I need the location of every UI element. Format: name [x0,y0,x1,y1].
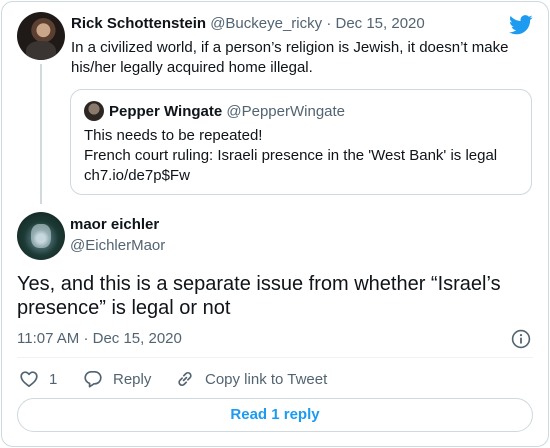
like-button[interactable]: 1 [19,368,57,390]
copy-link-label: Copy link to Tweet [205,370,328,388]
copy-link-button[interactable]: Copy link to Tweet [175,368,327,390]
tweet-date[interactable]: Dec 15, 2020 [93,330,182,347]
parent-tweet-date[interactable]: Dec 15, 2020 [335,15,424,32]
reply-button[interactable]: Reply [83,368,151,390]
quoted-author-handle: @PepperWingate [226,103,346,120]
parent-tweet-header: Rick Schottenstein @Buckeye_ricky · Dec … [71,14,425,34]
quoted-tweet-header: Pepper Wingate @PepperWingate [109,102,345,122]
link-icon [178,371,192,387]
reply-label: Reply [113,370,152,388]
thread-connector-line [40,64,42,204]
read-replies-button[interactable]: Read 1 reply [17,398,533,432]
header-separator: · [326,15,332,32]
timestamp-separator: · [83,330,89,347]
parent-author-avatar[interactable] [17,12,65,60]
parent-tweet-text: In a civilized world, if a person’s reli… [71,39,509,76]
heart-icon [20,371,38,388]
quoted-author-name: Pepper Wingate [109,103,223,120]
quoted-line: French court ruling: Israeli presence in… [84,147,498,164]
main-author-name[interactable]: maor eichler [70,215,159,235]
like-count: 1 [49,370,58,388]
info-icon[interactable] [511,329,531,349]
action-divider [17,357,533,358]
quoted-line: This needs to be repeated! [84,127,263,144]
tweet-timestamp[interactable]: 11:07 AM · Dec 15, 2020 [17,329,182,349]
tweet-time[interactable]: 11:07 AM [17,330,79,347]
twitter-bird-icon[interactable] [509,15,533,35]
quoted-tweet[interactable]: Pepper Wingate @PepperWingate This needs… [70,89,532,195]
quoted-author-avatar [84,101,104,121]
quoted-link: ch7.io/de7p$Fw [84,167,190,184]
main-author-avatar[interactable] [17,212,65,260]
speech-bubble-icon [84,370,102,388]
quoted-tweet-text: This needs to be repeated! French court … [84,126,520,186]
main-author-handle[interactable]: @EichlerMaor [70,236,165,256]
main-tweet-text: Yes, and this is a separate issue from w… [17,273,501,319]
parent-author-handle[interactable]: @Buckeye_ricky [210,15,322,32]
parent-author-name[interactable]: Rick Schottenstein [71,15,206,32]
